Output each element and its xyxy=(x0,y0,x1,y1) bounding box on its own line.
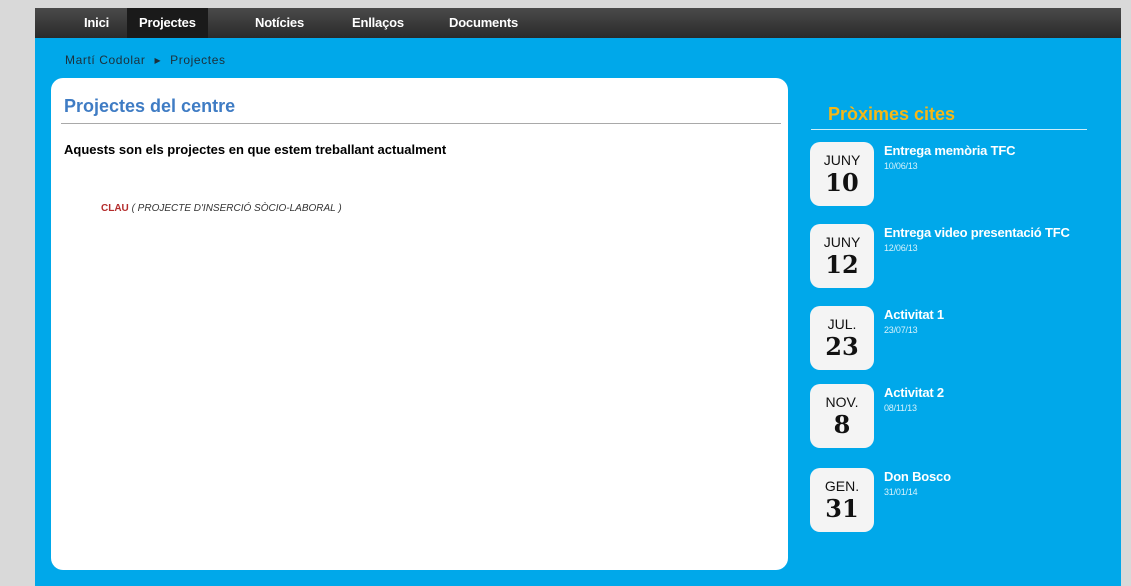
event-month: JUL. xyxy=(827,316,857,332)
event-item: NOV. 8 Activitat 2 08/11/13 xyxy=(810,384,1110,448)
intro-text: Aquests son els projectes en que estem t… xyxy=(64,142,447,157)
breadcrumb-current: Projectes xyxy=(170,53,226,67)
event-item: JUL. 23 Activitat 1 23/07/13 xyxy=(810,306,1110,370)
event-month: JUNY xyxy=(823,234,861,250)
project-item: CLAU ( PROJECTE D'INSERCIÓ SÒCIO-LABORAL… xyxy=(101,203,342,214)
nav-item-inici[interactable]: Inici xyxy=(72,8,121,38)
event-day: 12 xyxy=(825,250,859,279)
event-month: GEN. xyxy=(824,478,860,494)
breadcrumb: Martí Codolar ▶ Projectes xyxy=(65,53,226,67)
event-title: Don Bosco xyxy=(884,469,951,484)
event-date: 12/06/13 xyxy=(884,243,918,253)
event-date: 23/07/13 xyxy=(884,325,918,335)
event-title-link[interactable]: Activitat 1 23/07/13 xyxy=(884,306,1084,337)
breadcrumb-home-link[interactable]: Martí Codolar xyxy=(65,53,146,67)
calendar-icon[interactable]: NOV. 8 xyxy=(810,384,874,448)
event-date: 08/11/13 xyxy=(884,403,917,413)
event-day: 10 xyxy=(825,168,859,197)
event-title-link[interactable]: Entrega video presentació TFC 12/06/13 xyxy=(884,224,1084,255)
calendar-icon[interactable]: JUNY 10 xyxy=(810,142,874,206)
event-date: 10/06/13 xyxy=(884,161,918,171)
sidebar-title: Pròximes cites xyxy=(828,104,956,124)
event-day: 31 xyxy=(825,494,859,523)
event-date: 31/01/14 xyxy=(884,487,918,497)
nav-item-noticies[interactable]: Notícies xyxy=(243,8,316,38)
event-item: JUNY 10 Entrega memòria TFC 10/06/13 xyxy=(810,142,1110,206)
title-divider xyxy=(61,123,781,124)
event-title-link[interactable]: Entrega memòria TFC 10/06/13 xyxy=(884,142,1084,173)
nav-item-projectes[interactable]: Projectes xyxy=(127,8,208,38)
calendar-icon[interactable]: GEN. 31 xyxy=(810,468,874,532)
calendar-icon[interactable]: JUL. 23 xyxy=(810,306,874,370)
event-title: Activitat 2 xyxy=(884,385,944,400)
page-title: Projectes del centre xyxy=(64,96,236,116)
project-link-clau[interactable]: CLAU xyxy=(101,203,129,214)
event-day: 23 xyxy=(825,332,859,361)
page-frame: Inici Projectes Notícies Enllaços Docume… xyxy=(35,8,1121,586)
nav-item-documents[interactable]: Documents xyxy=(437,8,530,38)
project-description: ( PROJECTE D'INSERCIÓ SÒCIO-LABORAL ) xyxy=(131,203,342,214)
event-item: JUNY 12 Entrega video presentació TFC 12… xyxy=(810,224,1110,288)
event-day: 8 xyxy=(833,410,851,439)
event-title: Entrega video presentació TFC xyxy=(884,225,1070,240)
event-title: Entrega memòria TFC xyxy=(884,143,1016,158)
event-month: NOV. xyxy=(825,394,859,410)
breadcrumb-arrow-icon: ▶ xyxy=(154,56,162,65)
event-title: Activitat 1 xyxy=(884,307,944,322)
nav-item-enllacos[interactable]: Enllaços xyxy=(340,8,416,38)
sidebar-divider xyxy=(811,129,1087,130)
event-title-link[interactable]: Don Bosco 31/01/14 xyxy=(884,468,1084,499)
calendar-icon[interactable]: JUNY 12 xyxy=(810,224,874,288)
main-content-card: Projectes del centre Aquests son els pro… xyxy=(51,78,788,570)
event-item: GEN. 31 Don Bosco 31/01/14 xyxy=(810,468,1110,532)
event-month: JUNY xyxy=(823,152,861,168)
event-title-link[interactable]: Activitat 2 08/11/13 xyxy=(884,384,1084,415)
top-navbar: Inici Projectes Notícies Enllaços Docume… xyxy=(35,8,1121,38)
